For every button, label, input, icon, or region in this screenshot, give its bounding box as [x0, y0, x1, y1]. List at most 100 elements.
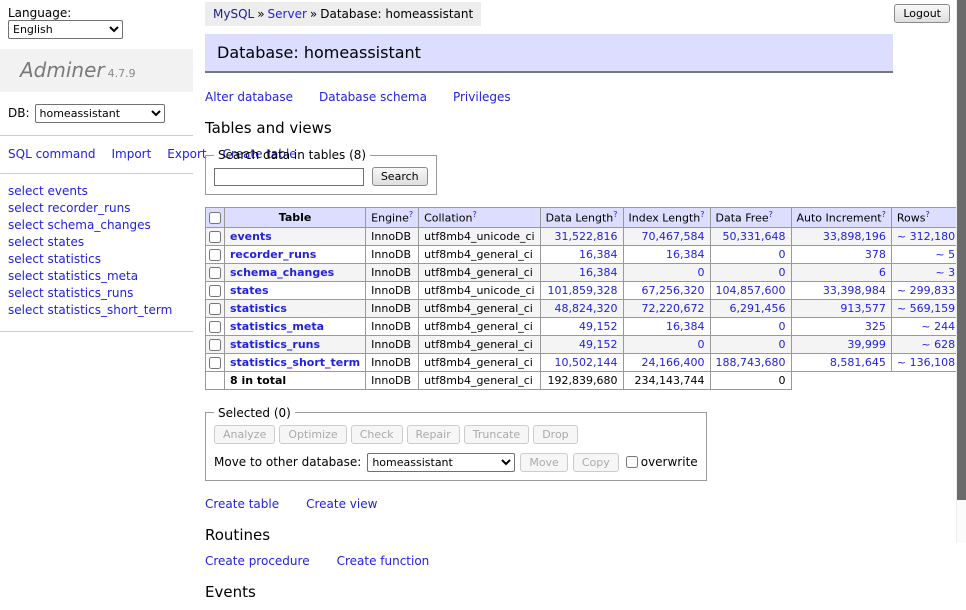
data-length-statistics_runs-link[interactable]: 49,152 [579, 338, 618, 351]
data-length-schema_changes-link[interactable]: 16,384 [579, 266, 618, 279]
routine-link-create-procedure[interactable]: Create procedure [205, 554, 310, 568]
help-icon[interactable]: ? [882, 210, 886, 219]
rows-recorder_runs-link[interactable]: ~ 5 [935, 248, 955, 261]
table-link-statistics[interactable]: statistics [230, 302, 287, 315]
data-length-events-link[interactable]: 31,522,816 [555, 230, 618, 243]
row-checkbox-statistics_runs[interactable] [209, 339, 221, 351]
index-length-recorder_runs-link[interactable]: 16,384 [666, 248, 705, 261]
row-checkbox-states[interactable] [209, 285, 221, 297]
rows-statistics_meta-link[interactable]: ~ 244 [921, 320, 955, 333]
help-icon[interactable]: ? [613, 210, 617, 219]
help-icon[interactable]: ? [472, 210, 476, 219]
auto-increment-statistics-link[interactable]: 913,577 [840, 302, 886, 315]
overwrite-checkbox[interactable] [626, 456, 638, 468]
rows-statistics_runs-link[interactable]: ~ 628 [921, 338, 955, 351]
help-icon[interactable]: ? [409, 210, 413, 219]
table-link-statistics_runs[interactable]: statistics_runs [230, 338, 320, 351]
move-move-button[interactable]: Move [520, 453, 568, 472]
selected-truncate-button[interactable]: Truncate [464, 425, 529, 444]
sidebar-action-sql-command[interactable]: SQL command [8, 147, 95, 161]
rows-states-link[interactable]: ~ 299,833 [897, 284, 955, 297]
data-free-statistics_short_term-link[interactable]: 188,743,680 [716, 356, 786, 369]
index-length-statistics-link[interactable]: 72,220,672 [642, 302, 705, 315]
auto-increment-schema_changes-link[interactable]: 6 [879, 266, 886, 279]
sidebar-table-link-select-statistics-meta[interactable]: select statistics_meta [8, 268, 185, 285]
scrollbar-thumb[interactable] [957, 0, 966, 500]
row-checkbox-statistics_meta[interactable] [209, 321, 221, 333]
row-checkbox-events[interactable] [209, 231, 221, 243]
table-link-states[interactable]: states [230, 284, 269, 297]
language-select[interactable]: English [8, 20, 123, 39]
index-length-statistics_meta-link[interactable]: 16,384 [666, 320, 705, 333]
data-free-statistics-link[interactable]: 6,291,456 [730, 302, 786, 315]
create-link-create-table[interactable]: Create table [205, 497, 279, 511]
database-link-privileges[interactable]: Privileges [453, 90, 511, 104]
db-select[interactable]: homeassistant [35, 104, 165, 123]
data-length-statistics_short_term-link[interactable]: 10,502,144 [555, 356, 618, 369]
data-free-statistics_meta-link[interactable]: 0 [779, 320, 786, 333]
check-all-checkbox[interactable] [209, 212, 221, 224]
rows-events-link[interactable]: ~ 312,180 [897, 230, 955, 243]
search-input[interactable] [214, 168, 364, 186]
data-free-states-link[interactable]: 104,857,600 [716, 284, 786, 297]
create-link-create-view[interactable]: Create view [306, 497, 377, 511]
table-link-schema_changes[interactable]: schema_changes [230, 266, 334, 279]
selected-drop-button[interactable]: Drop [533, 425, 577, 444]
data-length-statistics-link[interactable]: 48,824,320 [555, 302, 618, 315]
row-checkbox-recorder_runs[interactable] [209, 249, 221, 261]
table-link-recorder_runs[interactable]: recorder_runs [230, 248, 316, 261]
data-length-states-link[interactable]: 101,859,328 [548, 284, 618, 297]
help-icon[interactable]: ? [769, 210, 773, 219]
move-copy-button[interactable]: Copy [573, 453, 619, 472]
sidebar-table-link-select-statistics-runs[interactable]: select statistics_runs [8, 285, 185, 302]
logout-button[interactable]: Logout [894, 4, 950, 23]
index-length-states-link[interactable]: 67,256,320 [642, 284, 705, 297]
table-link-statistics_short_term[interactable]: statistics_short_term [230, 356, 360, 369]
index-length-schema_changes-link[interactable]: 0 [698, 266, 705, 279]
row-checkbox-statistics[interactable] [209, 303, 221, 315]
sidebar-table-link-select-statistics-short-term[interactable]: select statistics_short_term [8, 302, 185, 319]
index-length-statistics_short_term-link[interactable]: 24,166,400 [642, 356, 705, 369]
help-icon[interactable]: ? [925, 210, 929, 219]
auto-increment-statistics_short_term-link[interactable]: 8,581,645 [830, 356, 886, 369]
row-checkbox-statistics_short_term[interactable] [209, 357, 221, 369]
data-free-events-link[interactable]: 50,331,648 [723, 230, 786, 243]
scrollbar[interactable] [956, 0, 966, 543]
table-link-statistics_meta[interactable]: statistics_meta [230, 320, 324, 333]
rows-schema_changes-link[interactable]: ~ 3 [935, 266, 955, 279]
selected-repair-button[interactable]: Repair [407, 425, 460, 444]
routine-link-create-function[interactable]: Create function [337, 554, 430, 568]
sidebar-action-import[interactable]: Import [111, 147, 151, 161]
rows-statistics_short_term-link[interactable]: ~ 136,108 [897, 356, 955, 369]
sidebar-table-link-select-schema-changes[interactable]: select schema_changes [8, 217, 185, 234]
breadcrumb-server-link[interactable]: Server [268, 7, 307, 21]
auto-increment-statistics_runs-link[interactable]: 39,999 [847, 338, 886, 351]
rows-statistics-link[interactable]: ~ 569,159 [897, 302, 955, 315]
auto-increment-recorder_runs-link[interactable]: 378 [865, 248, 886, 261]
sidebar-table-link-select-states[interactable]: select states [8, 234, 185, 251]
auto-increment-states-link[interactable]: 33,398,984 [823, 284, 886, 297]
sidebar-table-link-select-events[interactable]: select events [8, 183, 185, 200]
sidebar-table-link-select-recorder-runs[interactable]: select recorder_runs [8, 200, 185, 217]
help-icon[interactable]: ? [700, 210, 704, 219]
data-length-recorder_runs-link[interactable]: 16,384 [579, 248, 618, 261]
selected-optimize-button[interactable]: Optimize [279, 425, 346, 444]
data-free-statistics_runs-link[interactable]: 0 [779, 338, 786, 351]
data-free-schema_changes-link[interactable]: 0 [779, 266, 786, 279]
move-database-select[interactable]: homeassistant [367, 453, 515, 472]
row-checkbox-schema_changes[interactable] [209, 267, 221, 279]
index-length-statistics_runs-link[interactable]: 0 [698, 338, 705, 351]
data-length-statistics_meta-link[interactable]: 49,152 [579, 320, 618, 333]
sidebar-table-link-select-statistics[interactable]: select statistics [8, 251, 185, 268]
database-link-alter-database[interactable]: Alter database [205, 90, 293, 104]
breadcrumb-mysql-link[interactable]: MySQL [213, 7, 254, 21]
selected-check-button[interactable]: Check [351, 425, 403, 444]
auto-increment-statistics_meta-link[interactable]: 325 [865, 320, 886, 333]
search-button[interactable]: Search [372, 167, 428, 186]
auto-increment-events-link[interactable]: 33,898,196 [823, 230, 886, 243]
table-link-events[interactable]: events [230, 230, 272, 243]
selected-analyze-button[interactable]: Analyze [214, 425, 275, 444]
database-link-database-schema[interactable]: Database schema [319, 90, 427, 104]
index-length-events-link[interactable]: 70,467,584 [642, 230, 705, 243]
data-free-recorder_runs-link[interactable]: 0 [779, 248, 786, 261]
